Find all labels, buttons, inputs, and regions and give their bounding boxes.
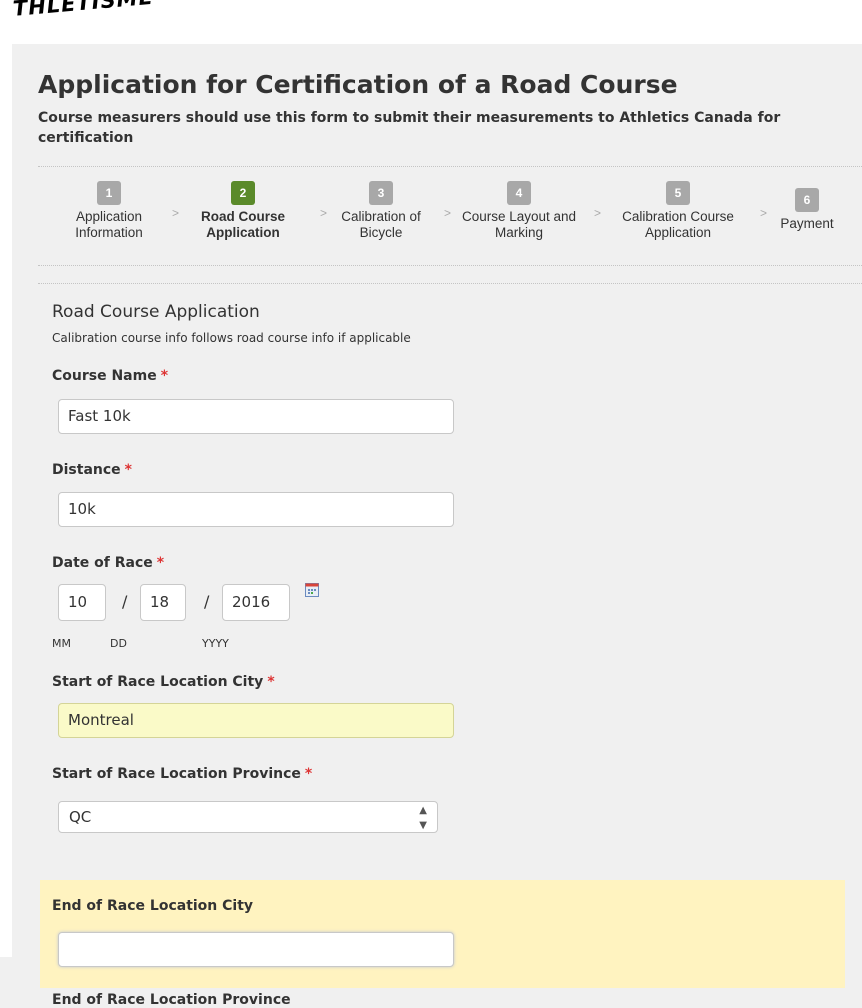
step-label-line1: Course Layout and — [461, 209, 577, 224]
date-of-race-label-text: Date of Race — [52, 555, 153, 571]
page-title: Application for Certification of a Road … — [38, 70, 678, 99]
date-month-input[interactable]: 10 — [58, 584, 106, 621]
end-province-label: End of Race Location Province — [52, 992, 291, 1008]
start-province-select[interactable]: QC ▲ ▼ — [58, 801, 438, 833]
step-calibration-of-bicycle[interactable]: 3 Calibration of Bicycle — [332, 181, 430, 241]
step-label-line1: Payment — [780, 216, 834, 231]
step-label-line2: Marking — [494, 225, 543, 240]
start-province-value: QC — [69, 808, 92, 826]
step-separator: > — [444, 206, 452, 220]
step-label-line1: Road Course — [200, 209, 285, 224]
required-marker: * — [304, 766, 313, 782]
start-province-label-text: Start of Race Location Province — [52, 766, 301, 782]
date-separator: / — [204, 592, 210, 611]
step-number: 6 — [795, 188, 819, 212]
form-container: Application for Certification of a Road … — [12, 44, 862, 1008]
step-road-course-application[interactable]: 2 Road Course Application — [195, 181, 291, 241]
end-city-input[interactable] — [58, 932, 454, 967]
required-marker: * — [267, 674, 275, 690]
date-year-input[interactable]: 2016 — [222, 584, 290, 621]
step-payment[interactable]: 6 Payment — [767, 188, 847, 232]
step-label-line2: Application — [644, 225, 712, 240]
step-number: 3 — [369, 181, 393, 205]
step-separator: > — [760, 206, 768, 220]
end-city-label: End of Race Location City — [52, 898, 254, 914]
date-day-hint: DD — [110, 637, 127, 650]
course-name-label-text: Course Name — [52, 368, 157, 384]
start-city-label-text: Start of Race Location City — [52, 674, 264, 690]
start-province-label: Start of Race Location Province * — [52, 766, 312, 782]
start-city-label: Start of Race Location City * — [52, 674, 275, 690]
step-label-line1: Calibration Course — [622, 209, 734, 224]
required-marker: * — [124, 462, 132, 478]
section-subtitle: Calibration course info follows road cou… — [52, 331, 411, 345]
date-of-race-label: Date of Race * — [52, 555, 164, 571]
date-day-input[interactable]: 18 — [140, 584, 186, 621]
step-application-information[interactable]: 1 Application Information — [69, 181, 149, 241]
step-number: 5 — [666, 181, 690, 205]
divider-steps-bottom-2 — [38, 283, 862, 284]
distance-input[interactable]: 10k — [58, 492, 454, 527]
step-label-line1: Application — [75, 209, 143, 224]
step-number: 2 — [231, 181, 255, 205]
divider-steps-bottom-1 — [38, 265, 862, 266]
step-label-line2: Bicycle — [359, 225, 403, 240]
up-down-arrows-icon: ▲ ▼ — [419, 805, 427, 831]
step-separator: > — [594, 206, 602, 220]
end-city-highlight-row: End of Race Location City — [40, 880, 845, 988]
step-course-layout-and-marking[interactable]: 4 Course Layout and Marking — [451, 181, 587, 241]
step-number: 1 — [97, 181, 121, 205]
step-separator: > — [172, 206, 180, 220]
divider-top — [38, 166, 862, 167]
date-year-hint: YYYY — [202, 637, 229, 650]
course-name-input[interactable]: Fast 10k — [58, 399, 454, 434]
section-title: Road Course Application — [52, 302, 260, 322]
required-marker: * — [156, 555, 165, 571]
left-edge — [0, 0, 12, 957]
required-marker: * — [160, 368, 169, 384]
distance-label-text: Distance — [52, 462, 121, 478]
date-separator: / — [122, 592, 128, 611]
step-calibration-course-application[interactable]: 5 Calibration Course Application — [608, 181, 748, 241]
start-city-input[interactable]: Montreal — [58, 703, 454, 738]
date-month-hint: MM — [52, 637, 71, 650]
calendar-icon[interactable] — [305, 583, 319, 597]
course-name-label: Course Name * — [52, 368, 168, 384]
distance-label: Distance * — [52, 462, 132, 478]
step-number: 4 — [507, 181, 531, 205]
step-label-line2: Application — [206, 225, 280, 240]
step-separator: > — [320, 206, 328, 220]
page-subtitle: Course measurers should use this form to… — [38, 110, 781, 146]
step-label-line2: Information — [75, 225, 143, 240]
step-label-line1: Calibration of — [341, 209, 421, 224]
